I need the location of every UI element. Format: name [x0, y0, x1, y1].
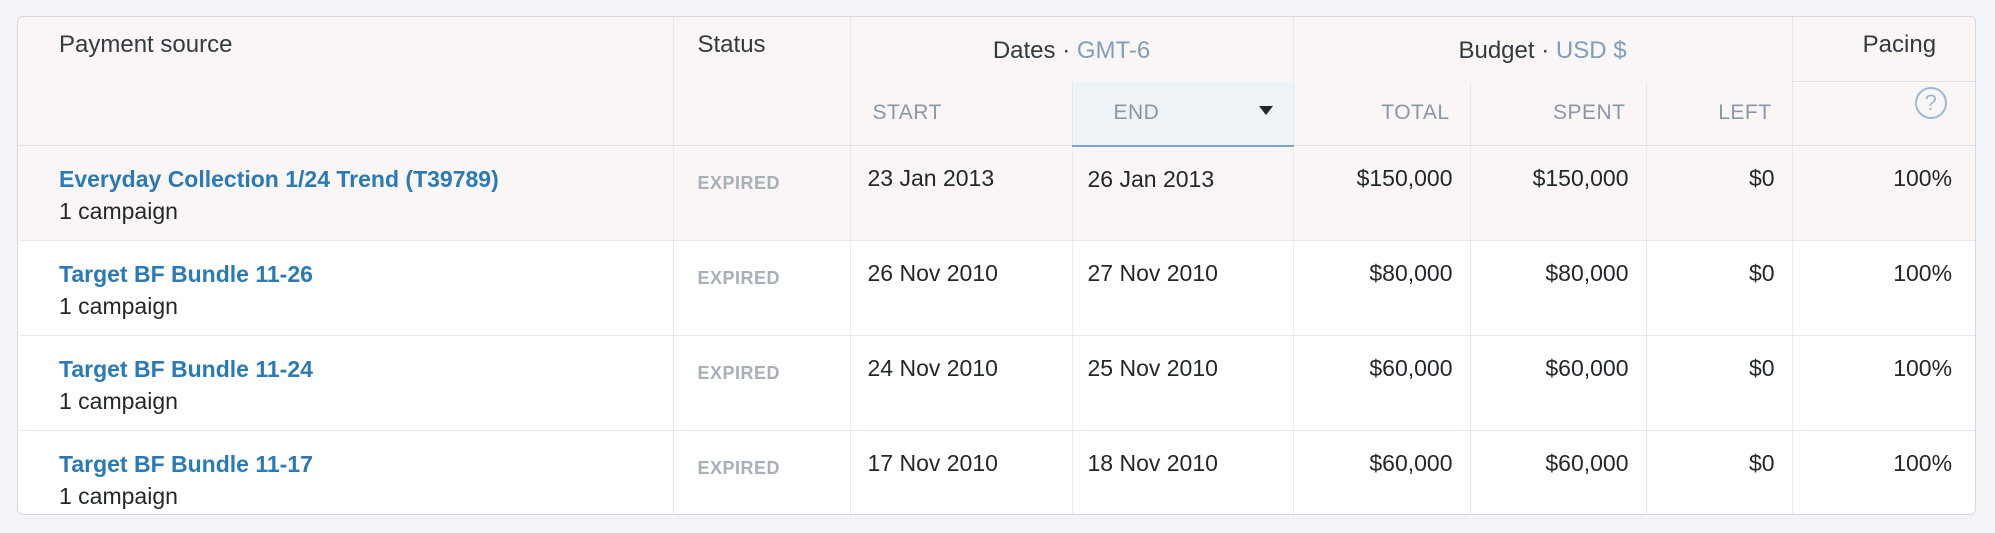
payment-source-cell: Everyday Collection 1/24 Trend (T39789) …: [18, 145, 674, 241]
status-badge: EXPIRED: [697, 268, 781, 288]
start-date: 24 Nov 2010: [850, 335, 1073, 431]
header-budget-currency: USD $: [1555, 37, 1627, 65]
table-row: Target BF Bundle 11-26 1 campaign EXPIRE…: [18, 240, 1975, 336]
header-group-row: Payment source Status Dates · GMT-6 Budg…: [18, 17, 1975, 146]
pacing-value: 100%: [1792, 145, 1975, 241]
end-date: 18 Nov 2010: [1072, 430, 1294, 514]
campaign-budget-table-card: Payment source Status Dates · GMT-6 Budg…: [17, 16, 1976, 515]
budget-left: $0: [1646, 335, 1793, 431]
header-end-sorted[interactable]: END: [1072, 81, 1294, 147]
table-row: Target BF Bundle 11-24 1 campaign EXPIRE…: [18, 335, 1975, 431]
payment-source-cell: Target BF Bundle 11-24 1 campaign: [18, 335, 674, 431]
header-budget-label: Budget: [1458, 37, 1535, 65]
payment-source-cell: Target BF Bundle 11-26 1 campaign: [18, 240, 674, 336]
table-header: Payment source Status Dates · GMT-6 Budg…: [18, 17, 1975, 147]
budget-left: $0: [1646, 430, 1793, 514]
payment-source-link[interactable]: Target BF Bundle 11-17: [59, 450, 673, 478]
budget-total: $60,000: [1293, 430, 1471, 514]
budget-spent: $80,000: [1470, 240, 1647, 336]
budget-total: $80,000: [1293, 240, 1471, 336]
payment-source-link[interactable]: Target BF Bundle 11-24: [59, 355, 673, 383]
budget-spent: $150,000: [1470, 145, 1647, 241]
budget-left: $0: [1646, 240, 1793, 336]
status-cell: EXPIRED: [673, 430, 851, 514]
header-total[interactable]: TOTAL: [1293, 81, 1471, 146]
payment-source-cell: Target BF Bundle 11-17 1 campaign: [18, 430, 674, 514]
header-pacing-help: ?: [1792, 81, 1975, 146]
status-cell: EXPIRED: [673, 145, 851, 241]
header-payment-source[interactable]: Payment source: [18, 17, 674, 146]
campaign-count: 1 campaign: [59, 293, 178, 319]
table-row: Target BF Bundle 11-17 1 campaign EXPIRE…: [18, 430, 1975, 514]
budget-total: $60,000: [1293, 335, 1471, 431]
budget-left: $0: [1646, 145, 1793, 241]
header-spent[interactable]: SPENT: [1470, 81, 1647, 146]
end-date: 25 Nov 2010: [1072, 335, 1294, 431]
header-budget-separator: ·: [1541, 37, 1550, 65]
status-badge: EXPIRED: [697, 363, 781, 383]
header-pacing[interactable]: Pacing: [1792, 17, 1975, 82]
budget-spent: $60,000: [1470, 430, 1647, 514]
caret-down-icon[interactable]: [1258, 105, 1273, 115]
pacing-value: 100%: [1893, 450, 1953, 476]
status-cell: EXPIRED: [673, 240, 851, 336]
header-left[interactable]: LEFT: [1646, 81, 1793, 146]
start-date: 23 Jan 2013: [850, 145, 1073, 241]
pacing-value: 100%: [1792, 335, 1975, 431]
status-badge: EXPIRED: [697, 458, 781, 478]
help-circle-icon[interactable]: ?: [1915, 86, 1948, 119]
table-body: Everyday Collection 1/24 Trend (T39789) …: [18, 145, 1975, 514]
campaign-count: 1 campaign: [59, 388, 178, 414]
header-dates-separator: ·: [1062, 37, 1071, 65]
end-date: 27 Nov 2010: [1072, 240, 1294, 336]
header-end-label: END: [1113, 101, 1160, 124]
status-badge: EXPIRED: [697, 173, 781, 193]
campaign-count: 1 campaign: [59, 198, 178, 224]
start-date: 17 Nov 2010: [850, 430, 1073, 514]
status-cell: EXPIRED: [673, 335, 851, 431]
start-date: 26 Nov 2010: [850, 240, 1073, 336]
header-budget-group: Budget · USD $: [1293, 17, 1793, 82]
header-dates-label: Dates: [992, 37, 1056, 65]
header-dates-group: Dates · GMT-6: [850, 17, 1294, 82]
end-date: 26 Jan 2013: [1072, 145, 1294, 241]
campaign-count: 1 campaign: [59, 483, 178, 509]
payment-source-link[interactable]: Target BF Bundle 11-26: [59, 260, 673, 288]
pacing-value: 100%: [1792, 240, 1975, 336]
header-dates-timezone: GMT-6: [1076, 37, 1151, 65]
campaign-budget-table: Payment source Status Dates · GMT-6 Budg…: [18, 17, 1975, 514]
header-status[interactable]: Status: [673, 17, 851, 146]
budget-total: $150,000: [1293, 145, 1471, 241]
budget-spent: $60,000: [1470, 335, 1647, 431]
header-start[interactable]: START: [850, 81, 1073, 146]
table-row: Everyday Collection 1/24 Trend (T39789) …: [18, 145, 1975, 241]
payment-source-link[interactable]: Everyday Collection 1/24 Trend (T39789): [59, 165, 673, 193]
